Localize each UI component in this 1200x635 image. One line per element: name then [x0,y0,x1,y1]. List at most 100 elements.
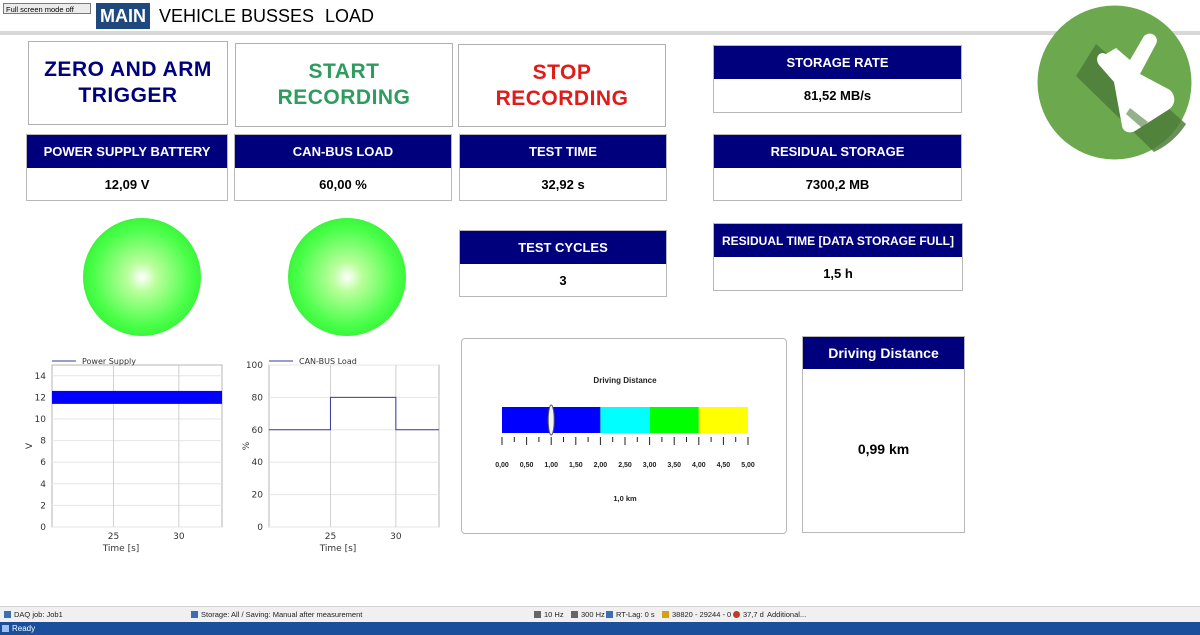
gauge-tick-label: 5,00 [741,462,755,469]
top-divider [0,31,1200,35]
y-tick-label: 100 [246,361,263,371]
residual-storage-value: 7300,2 MB [805,176,870,192]
power-supply-panel: POWER SUPPLY BATTERY 12,09 V [26,134,228,201]
y-tick-label: 0 [40,523,46,533]
can-bus-load-chart: 0 20 40 60 80 100 25 30 Time [s]% CAN-BUS Load [237,353,447,558]
x-tick-label: 25 [325,532,336,542]
gauge-tick-label: 2,50 [618,462,632,469]
y-tick-label: 0 [257,523,263,533]
y-tick-label: 4 [40,480,46,490]
daq-icon [4,611,11,618]
can-bus-load-value: 60,00 % [319,176,367,192]
y-axis-label: % [242,441,252,450]
play-icon [534,611,541,618]
can-bus-load-panel: CAN-BUS LOAD 60,00 % [234,134,452,201]
plot-area [268,364,440,528]
driving-distance-value: 0,99 km [857,441,910,457]
gauge-title: Driving Distance [593,376,657,385]
x-tick-label: 30 [173,532,185,542]
y-tick-label: 14 [35,372,47,382]
residual-storage-title: RESIDUAL STORAGE [714,135,961,168]
gauge-band [649,407,699,433]
power-supply-chart: 0 2 4 6 8 10 12 14 25 30 Time [s] V Power Supply [20,353,230,558]
gauge-tick-label: 3,50 [667,462,681,469]
storage-rate-value: 81,52 MB/s [803,88,872,103]
gauge-tick-label: 3,00 [643,462,657,469]
ready-bar: Ready [0,622,1200,635]
y-tick-label: 10 [35,415,47,425]
residual-time-value: 1,5 h [823,266,853,281]
tab-main[interactable]: MAIN [96,3,150,29]
residual-time-panel: RESIDUAL TIME [DATA STORAGE FULL] 1,5 h [713,223,963,291]
hand-pointer-icon [1037,5,1192,160]
legend-label: Power Supply [82,357,136,366]
rt-lag-status: RT-Lag: 0 s [606,607,655,623]
gauge-tick-label: 1,50 [569,462,583,469]
y-tick-label: 80 [252,393,264,403]
top-bar: Full screen mode off MAIN VEHICLE BUSSES… [0,0,1200,31]
memory-status: 38820 - 29244 - 0 [662,607,731,623]
legend-label: CAN-BUS Load [299,357,357,366]
memory-icon [662,611,669,618]
additional-status[interactable]: Additional... [767,607,806,623]
test-cycles-panel: TEST CYCLES 3 [459,230,667,297]
rate-status: 10 Hz [534,607,564,623]
start-recording-button[interactable]: START RECORDING [235,43,453,127]
x-axis-label: Time [s] [102,544,140,554]
driving-distance-panel: Driving Distance 0,99 km [802,336,965,533]
test-cycles-title: TEST CYCLES [460,231,666,264]
y-tick-label: 2 [40,501,46,511]
gauge-tick-label: 4,50 [717,462,731,469]
gauge-value-label: 1,0 km [613,494,637,503]
power-supply-value: 12,09 V [104,176,150,192]
ready-status: Ready [2,622,35,635]
power-supply-chart-svg: 0 2 4 6 8 10 12 14 25 30 Time [s] V Power Supply [25,357,223,554]
power-supply-status-led [83,218,201,336]
zero-and-arm-trigger-button[interactable]: ZERO AND ARM TRIGGER [28,41,228,125]
daq-job-status: DAQ job: Job1 [4,607,63,623]
gauge-band [698,407,748,433]
rate2-status: 300 Hz [571,607,605,623]
stop-recording-button[interactable]: STOP RECORDING [458,44,666,127]
can-bus-load-chart-svg: 0 20 40 60 80 100 25 30 Time [s]% CAN-BUS Load [242,357,440,554]
app-icon [2,625,9,632]
gauge-tick-label: 1,00 [544,462,558,469]
gauge-tick-label: 4,00 [692,462,706,469]
y-tick-label: 20 [252,491,264,501]
gauge-tick-label: 2,00 [594,462,608,469]
disk-icon [191,611,198,618]
status-bar: DAQ job: Job1 Storage: All / Saving: Man… [0,606,1200,623]
y-tick-label: 12 [35,393,46,403]
gauge-tick-label: 0,50 [520,462,534,469]
residual-storage-panel: RESIDUAL STORAGE 7300,2 MB [713,134,962,201]
gauge-needle [547,404,555,436]
x-axis-label: Time [s] [319,544,357,554]
test-cycles-value: 3 [559,272,567,288]
y-tick-label: 40 [252,458,264,468]
x-tick-label: 30 [390,532,402,542]
days-status: 37,7 d [733,607,764,623]
clock-icon [733,611,740,618]
gauge-band [600,407,650,433]
driving-distance-gauge: Driving Distance 0,00 0,50 1,00 1,50 2,00 2,50… [495,376,755,503]
residual-time-title: RESIDUAL TIME [DATA STORAGE FULL] [714,224,962,257]
storage-status: Storage: All / Saving: Manual after meas… [191,607,362,623]
gauge-tick-label: 0,00 [495,462,509,469]
power-supply-title: POWER SUPPLY BATTERY [27,135,227,168]
test-time-value: 32,92 s [541,176,585,192]
driving-distance-gauge-panel: Driving Distance 0,00 0,50 1,00 1,50 2,00 2,50… [461,338,787,534]
storage-rate-title: STORAGE RATE [714,46,961,79]
test-time-panel: TEST TIME 32,92 s [459,134,667,201]
test-time-title: TEST TIME [460,135,666,168]
y-tick-label: 6 [40,458,46,468]
tab-vehicle-busses[interactable]: VEHICLE BUSSES [155,3,318,29]
gauge-icon [606,611,613,618]
fast-forward-icon [571,611,578,618]
can-bus-load-title: CAN-BUS LOAD [235,135,451,168]
tab-load[interactable]: LOAD [321,3,378,29]
driving-distance-title: Driving Distance [803,337,964,369]
x-tick-label: 25 [108,532,119,542]
fullscreen-toggle-button[interactable]: Full screen mode off [3,3,91,14]
y-axis-label: V [25,442,35,449]
can-bus-status-led [288,218,406,336]
